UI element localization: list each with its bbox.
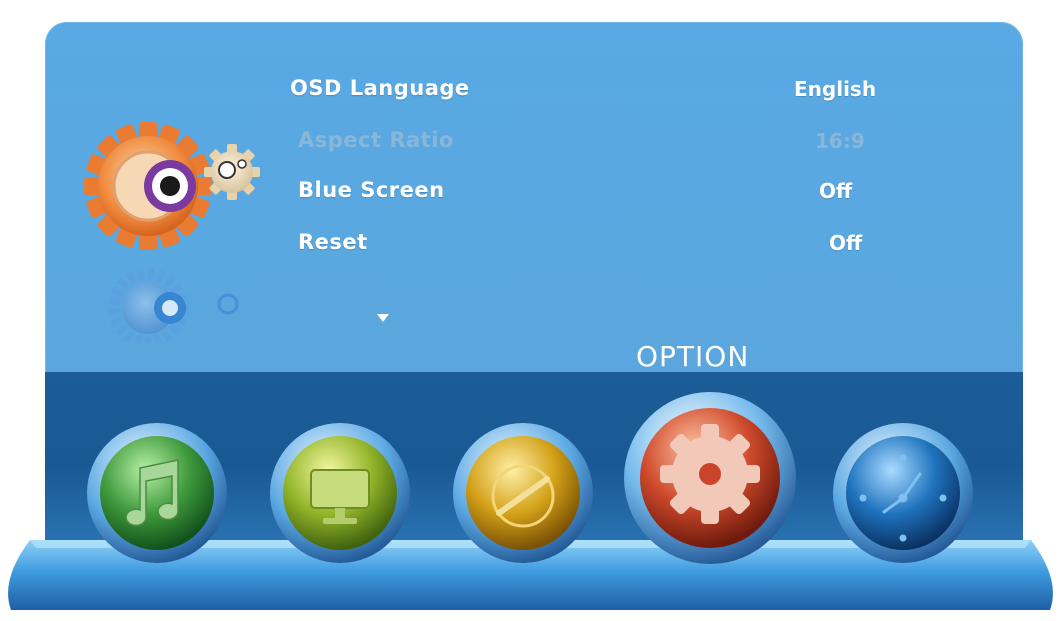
menu-item-blue-screen-value[interactable]: Off xyxy=(819,179,852,203)
menu-item-aspect-ratio-label: Aspect Ratio xyxy=(298,128,454,152)
page-title: OPTION xyxy=(636,340,750,373)
option-gear-illustration-icon xyxy=(84,122,260,343)
menu-item-reset-value[interactable]: Off xyxy=(829,231,862,255)
picture-button[interactable] xyxy=(265,418,415,568)
tv-button[interactable] xyxy=(448,418,598,568)
menu-item-aspect-ratio-value: 16:9 xyxy=(815,129,865,153)
time-button[interactable] xyxy=(828,418,978,568)
gear-icon xyxy=(660,424,760,524)
down-arrow-icon[interactable] xyxy=(376,313,390,323)
menu-item-reset-label[interactable]: Reset xyxy=(298,230,368,254)
menu-item-blue-screen-label[interactable]: Blue Screen xyxy=(298,178,445,202)
option-button[interactable] xyxy=(620,388,800,568)
music-button[interactable] xyxy=(82,418,232,568)
osd-screen: OSD Language English Aspect Ratio 16:9 B… xyxy=(0,0,1061,621)
menu-item-osd-language-value[interactable]: English xyxy=(794,77,876,101)
menu-item-osd-language-label[interactable]: OSD Language xyxy=(290,76,470,100)
